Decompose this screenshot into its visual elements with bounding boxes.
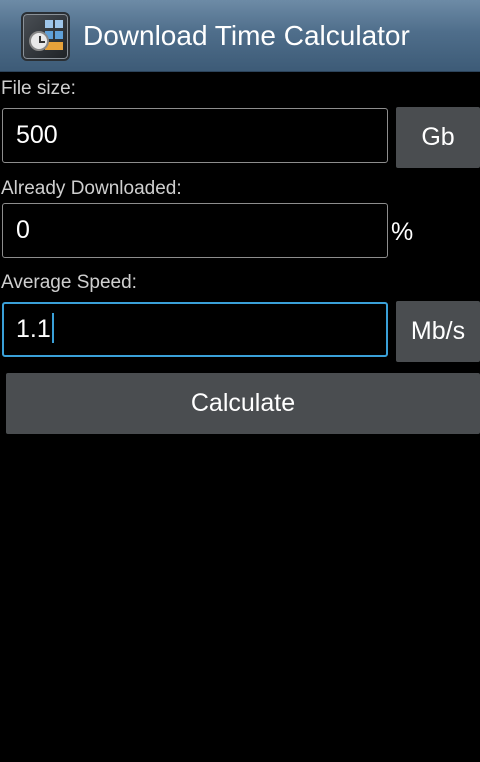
already-downloaded-label: Already Downloaded:: [1, 178, 182, 199]
file-size-label: File size:: [1, 78, 76, 99]
calculate-button[interactable]: Calculate: [6, 373, 480, 434]
average-speed-value: 1.1: [16, 315, 51, 343]
already-downloaded-input[interactable]: 0: [2, 203, 388, 258]
average-speed-input[interactable]: 1.1: [2, 302, 388, 357]
percent-unit-label: %: [391, 218, 414, 246]
calculator-clock-icon: [21, 12, 70, 61]
action-bar: Download Time Calculator: [0, 0, 480, 72]
text-cursor: [51, 313, 54, 344]
speed-unit-button[interactable]: Mb/s: [396, 301, 480, 362]
app-title: Download Time Calculator: [83, 20, 410, 51]
average-speed-label: Average Speed:: [1, 272, 137, 293]
file-size-input[interactable]: 500: [2, 108, 388, 163]
file-size-unit-button[interactable]: Gb: [396, 107, 480, 168]
